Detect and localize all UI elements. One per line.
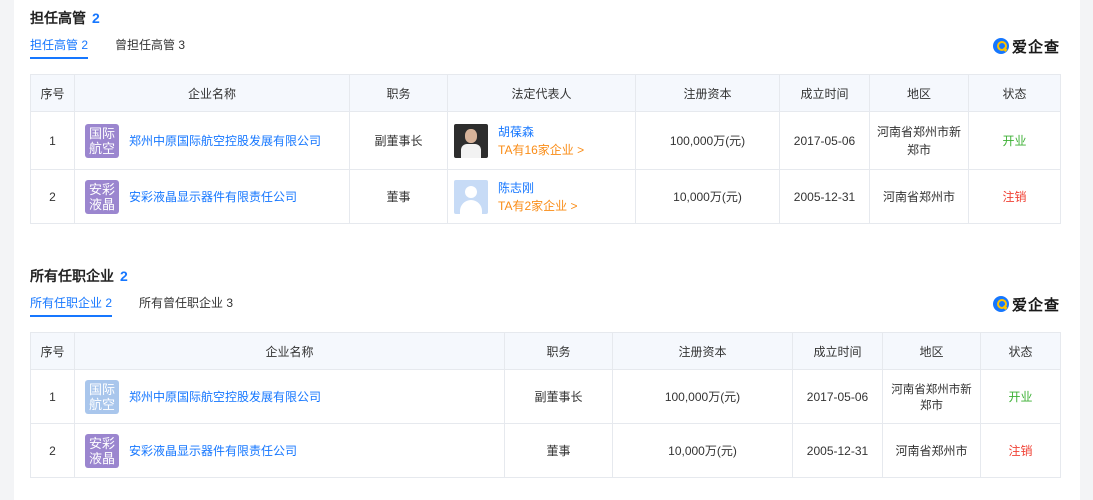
row-index: 1 bbox=[30, 111, 75, 170]
col-header-capital: 注册资本 bbox=[635, 74, 780, 112]
company-name-link[interactable]: 安彩液晶显示器件有限责任公司 bbox=[129, 188, 297, 205]
col-header-status: 状态 bbox=[968, 74, 1061, 112]
founded-cell: 2017-05-06 bbox=[792, 369, 883, 424]
default-avatar-icon[interactable] bbox=[454, 179, 488, 214]
magnifier-q-icon bbox=[992, 38, 1009, 54]
col-header-company: 企业名称 bbox=[74, 332, 505, 370]
tab-former-positions[interactable]: 所有曾任职企业 3 bbox=[139, 294, 233, 312]
company-logo[interactable]: 国际 航空 bbox=[85, 379, 119, 414]
tab-current-positions[interactable]: 所有任职企业 2 bbox=[30, 294, 113, 317]
col-header-founded: 成立时间 bbox=[792, 332, 883, 370]
row-index: 1 bbox=[30, 369, 75, 424]
legal-rep-companies-link[interactable]: TA有16家企业 > bbox=[498, 141, 584, 159]
row-index: 2 bbox=[30, 169, 75, 224]
all-positions-section: 所有任职企业 2 所有任职企业 2 所有曾任职企业 3 爱企查 序号 企业名称 职… bbox=[30, 266, 1061, 478]
col-header-position: 职务 bbox=[504, 332, 613, 370]
company-cell: 国际 航空 郑州中原国际航空控股发展有限公司 bbox=[74, 111, 350, 170]
company-cell: 安彩 液晶 安彩液晶显示器件有限责任公司 bbox=[74, 423, 505, 478]
capital-cell: 10,000万(元) bbox=[612, 423, 793, 478]
region-cell: 河南省郑州市 bbox=[882, 423, 981, 478]
company-name-link[interactable]: 郑州中原国际航空控股发展有限公司 bbox=[129, 132, 321, 149]
region-cell: 河南省郑州市 bbox=[869, 169, 969, 224]
company-cell: 安彩 液晶 安彩液晶显示器件有限责任公司 bbox=[74, 169, 350, 224]
table-header-row: 序号 企业名称 职务 法定代表人 注册资本 成立时间 地区 状态 bbox=[30, 74, 1061, 112]
status-badge: 开业 bbox=[980, 369, 1061, 424]
table-header-row: 序号 企业名称 职务 注册资本 成立时间 地区 状态 bbox=[30, 332, 1061, 370]
status-badge: 开业 bbox=[968, 111, 1061, 170]
col-header-region: 地区 bbox=[882, 332, 981, 370]
company-cell: 国际 航空 郑州中原国际航空控股发展有限公司 bbox=[74, 369, 505, 424]
magnifier-q-icon bbox=[992, 296, 1009, 312]
legal-rep-name-link[interactable]: 陈志刚 bbox=[498, 179, 577, 197]
company-logo[interactable]: 国际 航空 bbox=[85, 123, 119, 158]
col-header-region: 地区 bbox=[869, 74, 969, 112]
capital-cell: 100,000万(元) bbox=[635, 111, 780, 170]
table-row: 1 国际 航空 郑州中原国际航空控股发展有限公司 副董事长 胡葆森 TA有16家… bbox=[30, 111, 1061, 170]
company-logo[interactable]: 安彩 液晶 bbox=[85, 179, 119, 214]
col-header-index: 序号 bbox=[30, 332, 75, 370]
founded-cell: 2017-05-06 bbox=[779, 111, 870, 170]
positions-table: 序号 企业名称 职务 注册资本 成立时间 地区 状态 1 国际 航空 郑州中原国… bbox=[30, 332, 1061, 478]
company-logo[interactable]: 安彩 液晶 bbox=[85, 433, 119, 468]
legal-rep-companies-link[interactable]: TA有2家企业 > bbox=[498, 197, 577, 215]
legal-rep-cell: 胡葆森 TA有16家企业 > bbox=[447, 111, 636, 170]
company-name-link[interactable]: 郑州中原国际航空控股发展有限公司 bbox=[129, 388, 321, 405]
table-row: 1 国际 航空 郑州中原国际航空控股发展有限公司 副董事长 100,000万(元… bbox=[30, 369, 1061, 424]
company-name-link[interactable]: 安彩液晶显示器件有限责任公司 bbox=[129, 442, 297, 459]
section-title: 担任高管 2 bbox=[30, 8, 1060, 28]
person-photo-avatar[interactable] bbox=[454, 123, 488, 158]
tab-bar: 所有任职企业 2 所有曾任职企业 3 爱企查 bbox=[30, 294, 1060, 320]
status-badge: 注销 bbox=[968, 169, 1061, 224]
executive-table: 序号 企业名称 职务 法定代表人 注册资本 成立时间 地区 状态 1 国际 航空… bbox=[30, 74, 1061, 224]
table-row: 2 安彩 液晶 安彩液晶显示器件有限责任公司 董事 陈志刚 TA有2家企业 > … bbox=[30, 169, 1061, 224]
brand-logo[interactable]: 爱企查 bbox=[992, 36, 1060, 56]
position-cell: 董事 bbox=[504, 423, 613, 478]
section-title-text: 担任高管 bbox=[30, 10, 86, 26]
brand-logo[interactable]: 爱企查 bbox=[992, 294, 1060, 314]
brand-name: 爱企查 bbox=[1011, 38, 1060, 56]
status-badge: 注销 bbox=[980, 423, 1061, 478]
position-cell: 副董事长 bbox=[504, 369, 613, 424]
col-header-capital: 注册资本 bbox=[612, 332, 793, 370]
legal-rep-cell: 陈志刚 TA有2家企业 > bbox=[447, 169, 636, 224]
legal-rep-name-link[interactable]: 胡葆森 bbox=[498, 123, 584, 141]
col-header-founded: 成立时间 bbox=[779, 74, 870, 112]
col-header-status: 状态 bbox=[980, 332, 1061, 370]
founded-cell: 2005-12-31 bbox=[792, 423, 883, 478]
section-title: 所有任职企业 2 bbox=[30, 266, 1060, 286]
founded-cell: 2005-12-31 bbox=[779, 169, 870, 224]
col-header-company: 企业名称 bbox=[74, 74, 350, 112]
region-cell: 河南省郑州市新郑市 bbox=[882, 369, 981, 424]
region-cell: 河南省郑州市新郑市 bbox=[869, 111, 969, 170]
capital-cell: 100,000万(元) bbox=[612, 369, 793, 424]
position-cell: 副董事长 bbox=[349, 111, 448, 170]
tab-bar: 担任高管 2 曾担任高管 3 爱企查 bbox=[30, 36, 1060, 62]
tab-current-executive[interactable]: 担任高管 2 bbox=[30, 36, 89, 59]
content-card: 担任高管 2 担任高管 2 曾担任高管 3 爱企查 序号 企业名称 职务 法定代表… bbox=[14, 0, 1080, 500]
capital-cell: 10,000万(元) bbox=[635, 169, 780, 224]
section-title-text: 所有任职企业 bbox=[30, 268, 114, 284]
executive-section: 担任高管 2 担任高管 2 曾担任高管 3 爱企查 序号 企业名称 职务 法定代表… bbox=[30, 8, 1061, 224]
section-count: 2 bbox=[92, 10, 100, 26]
row-index: 2 bbox=[30, 423, 75, 478]
col-header-position: 职务 bbox=[349, 74, 448, 112]
position-cell: 董事 bbox=[349, 169, 448, 224]
table-row: 2 安彩 液晶 安彩液晶显示器件有限责任公司 董事 10,000万(元) 200… bbox=[30, 423, 1061, 478]
tab-former-executive[interactable]: 曾担任高管 3 bbox=[115, 36, 185, 54]
col-header-index: 序号 bbox=[30, 74, 75, 112]
section-count: 2 bbox=[120, 268, 128, 284]
brand-name: 爱企查 bbox=[1011, 296, 1060, 314]
col-header-legal-rep: 法定代表人 bbox=[447, 74, 636, 112]
